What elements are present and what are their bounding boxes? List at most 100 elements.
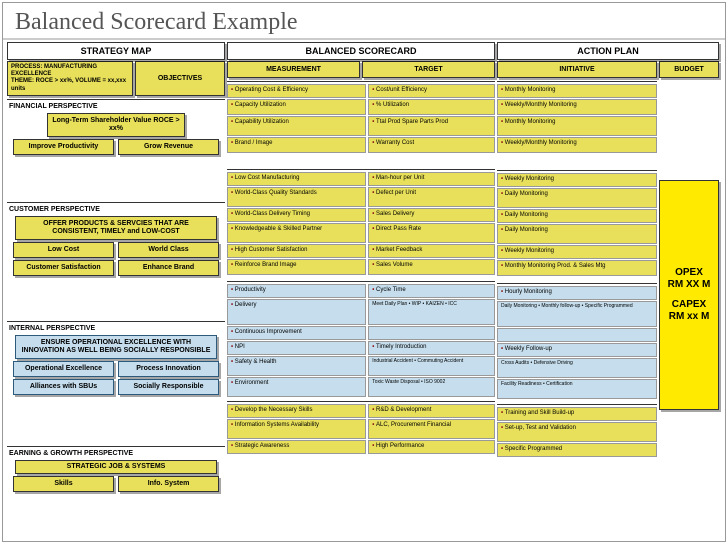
meas-cust-2: Sales Delivery [368,208,495,222]
customer-perspective: CUSTOMER PERSPECTIVE OFFER PRODUCTS & SE… [7,202,225,318]
init-int-blank [497,328,657,342]
meas-earn-1: ALC, Procurement Financial [368,419,495,439]
action-header: ACTION PLAN [497,42,719,60]
fin-box-2: Grow Revenue [118,139,219,155]
fin-box-1: Improve Productivity [13,139,114,155]
meas-cust-0: Man-hour per Unit [368,172,495,186]
objectives-header: OBJECTIVES [135,61,225,96]
obj-int-1: Delivery [227,299,366,325]
init-customer: Weekly Monitoring Daily Monitoring Daily… [497,170,657,276]
earning-perspective: EARNING & GROWTH PERSPECTIVE STRATEGIC J… [7,446,225,518]
int-top-box: ENSURE OPERATIONAL EXCELLENCE WITH INNOV… [15,335,217,359]
cust-top-box: OFFER PRODUCTS & SERVCIES THAT ARE CONSI… [15,216,217,240]
obj-earn-2: Strategic Awareness [227,440,366,454]
meas-earn-2: High Performance [368,440,495,454]
init-fin-1: Weekly/Monthly Monitoring [497,99,657,115]
obj-fin-0: Operating Cost & Efficiency [227,84,366,98]
init-int-2: Weekly Follow-up [497,343,657,357]
init-cust-3: Daily Monitoring [497,224,657,244]
obj-cust-3: Knowledgeable & Skilled Partner [227,223,366,243]
meas-int-4: Toxic Waste Disposal • ISO 9002 [368,377,495,397]
fin-top-box: Long-Term Shareholder Value ROCE > xx% [47,113,185,137]
theme-text: THEME: ROCE > xx%, VOLUME = xx,xxx units [11,78,129,92]
init-earning: Training and Skill Build-up Set-up, Test… [497,404,657,457]
obj-cust-0: Low Cost Manufacturing [227,172,366,186]
obj-earn-1: Information Systems Availability [227,419,366,439]
meas-fin-0: Cost/unit Efficiency [368,84,495,98]
obj-earn-0: Develop the Necessary Skills [227,404,366,418]
init-fin-2: Monthly Monitoring [497,116,657,136]
obj-int-2: Continuous Improvement [227,326,366,340]
opex-1: OPEX [662,267,716,279]
action-column: ACTION PLAN INITIATIVE BUDGET Monthly Mo… [497,42,719,532]
earn-box-2: Info. System [118,476,219,492]
process-theme-box: PROCESS: MANUFACTURING EXCELLENCE THEME:… [7,61,133,96]
strategy-header: STRATEGY MAP [7,42,225,60]
capex-2: RM xx M [662,311,716,323]
budget-header: BUDGET [659,61,719,78]
obj-cust-1: World-Class Quality Standards [227,187,366,207]
strategy-column: STRATEGY MAP PROCESS: MANUFACTURING EXCE… [7,42,225,532]
meas-cust-5: Sales Volume [368,259,495,275]
init-int-0: Hourly Monitoring [497,286,657,300]
obj-cust-2: World-Class Delivery Timing [227,208,366,222]
obj-cust-5: Reinforce Brand Image [227,259,366,275]
meas-fin-1: % Utilization [368,99,495,115]
meas-cust-3: Direct Pass Rate [368,223,495,243]
opex-2: RM XX M [662,279,716,291]
bsc-earning: Develop the Necessary SkillsR&D & Develo… [227,401,495,454]
init-earn-2: Specific Programmed [497,443,657,457]
init-cust-0: Weekly Monitoring [497,173,657,187]
financial-perspective: FINANCIAL PERSPECTIVE Long-Term Sharehol… [7,99,225,199]
init-cust-1: Daily Monitoring [497,188,657,208]
cust-box-4: Enhance Brand [118,260,219,276]
obj-cust-4: High Customer Satisfaction [227,244,366,258]
customer-label: CUSTOMER PERSPECTIVE [7,205,225,214]
capex-label: CAPEX RM xx M [662,299,716,323]
obj-int-3: NPI [227,341,366,355]
content-area: STRATEGY MAP PROCESS: MANUFACTURING EXCE… [3,40,725,534]
init-int-4: Facility Readiness • Certification [497,379,657,399]
meas-cust-4: Market Feedback [368,244,495,258]
initiative-header: INITIATIVE [497,61,657,78]
meas-int-blank [368,326,495,340]
meas-cust-1: Defect per Unit [368,187,495,207]
process-text: PROCESS: MANUFACTURING EXCELLENCE [11,64,129,78]
init-financial: Monthly Monitoring Weekly/Monthly Monito… [497,81,657,153]
init-fin-0: Monthly Monitoring [497,84,657,98]
internal-label: INTERNAL PERSPECTIVE [7,324,225,333]
initiative-list: Monthly Monitoring Weekly/Monthly Monito… [497,80,657,532]
init-cust-2: Daily Monitoring [497,209,657,223]
capex-1: CAPEX [662,299,716,311]
obj-fin-1: Capacity Utilization [227,99,366,115]
internal-perspective: INTERNAL PERSPECTIVE ENSURE OPERATIONAL … [7,321,225,443]
obj-int-5: Environment [227,377,366,397]
meas-int-2: Timely Introduction [368,341,495,355]
earning-label: EARNING & GROWTH PERSPECTIVE [7,449,225,458]
earn-top-box: STRATEGIC JOB & SYSTEMS [15,460,217,474]
init-cust-4: Weekly Monitoring [497,245,657,259]
bsc-column: BALANCED SCORECARD MEASUREMENT TARGET Op… [227,42,495,532]
init-fin-3: Weekly/Monthly Monitoring [497,137,657,153]
page-title: Balanced Scorecard Example [3,3,725,40]
meas-earn-0: R&D & Development [368,404,495,418]
int-box-3: Alliances with SBUs [13,379,114,395]
financial-label: FINANCIAL PERSPECTIVE [7,102,225,111]
init-int-1: Daily Monitoring • Monthly follow-up • S… [497,301,657,327]
meas-int-1: Meet Daily Plan • WIP • KAIZEN • ICC [368,299,495,325]
bsc-customer: Low Cost ManufacturingMan-hour per Unit … [227,169,495,275]
init-internal: Hourly Monitoring Daily Monitoring • Mon… [497,283,657,399]
opex-label: OPEX RM XX M [662,267,716,291]
init-cust-5: Monthly Monitoring Prod. & Sales Mtg [497,260,657,276]
meas-fin-3: Warranty Cost [368,137,495,153]
scorecard-frame: Balanced Scorecard Example STRATEGY MAP … [2,2,726,542]
init-earn-0: Training and Skill Build-up [497,407,657,421]
cust-box-2: World Class [118,242,219,258]
bsc-financial: Operating Cost & EfficiencyCost/unit Eff… [227,81,495,153]
meas-fin-2: Ttal Prod Spare Parts Prod [368,116,495,136]
int-box-1: Operational Excellence [13,361,114,377]
earn-box-1: Skills [13,476,114,492]
target-header: TARGET [362,61,495,78]
init-int-3: Cross Audits • Defensive Driving [497,358,657,378]
bsc-internal: ProductivityCycle Time DeliveryMeet Dail… [227,281,495,397]
